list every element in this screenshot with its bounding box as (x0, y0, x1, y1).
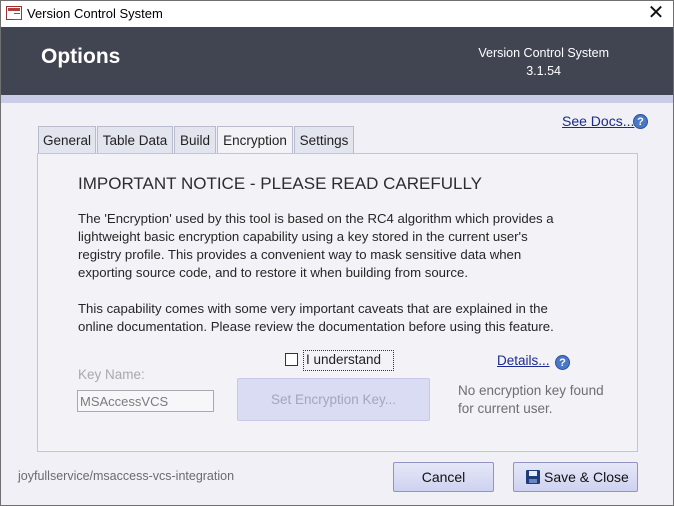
page-title: Options (41, 45, 121, 68)
notice-line: lightweight basic encryption capability … (78, 229, 528, 244)
notice-line: This capability comes with some very imp… (78, 301, 548, 316)
understand-label[interactable]: I understand (303, 350, 394, 371)
tab-encryption[interactable]: Encryption (217, 126, 293, 155)
tab-table-data[interactable]: Table Data (97, 126, 173, 154)
key-status-text: No encryption key found for current user… (458, 382, 604, 418)
notice-line: The 'Encryption' used by this tool is ba… (78, 211, 554, 226)
understand-checkbox[interactable] (285, 353, 298, 366)
header-divider (1, 95, 673, 103)
key-name-input[interactable] (77, 390, 214, 412)
details-link[interactable]: Details... (497, 353, 550, 368)
repo-link-text: joyfullservice/msaccess-vcs-integration (18, 469, 235, 483)
close-button[interactable]: ✕ (639, 1, 673, 27)
key-status-line: for current user. (458, 401, 553, 416)
save-close-button[interactable]: Save & Close (513, 462, 638, 492)
header-banner: Options Version Control System 3.1.54 (1, 27, 673, 95)
options-window: Version Control System ✕ Options Version… (0, 0, 674, 506)
title-bar: Version Control System ✕ (1, 1, 673, 27)
tab-build[interactable]: Build (174, 126, 216, 154)
key-status-line: No encryption key found (458, 383, 604, 398)
key-name-label: Key Name: (78, 367, 145, 382)
notice-heading: IMPORTANT NOTICE - PLEASE READ CAREFULLY (78, 174, 482, 193)
notice-paragraph-2: This capability comes with some very imp… (78, 300, 618, 336)
tab-general[interactable]: General (38, 126, 96, 154)
help-icon[interactable]: ? (633, 114, 648, 129)
notice-line: registry profile. This provides a conven… (78, 247, 522, 262)
access-app-icon (6, 6, 22, 20)
see-docs-link[interactable]: See Docs... (562, 113, 634, 129)
floppy-disk-icon (526, 470, 540, 484)
cancel-button[interactable]: Cancel (393, 462, 494, 492)
window-title: Version Control System (27, 6, 163, 21)
tab-settings[interactable]: Settings (294, 126, 354, 154)
notice-line: exporting source code, and to restore it… (78, 265, 468, 280)
header-version: 3.1.54 (526, 64, 561, 78)
notice-line: online documentation. Please review the … (78, 319, 554, 334)
save-close-label: Save & Close (544, 469, 629, 485)
header-app-name: Version Control System (478, 46, 609, 60)
help-icon[interactable]: ? (555, 355, 570, 370)
notice-paragraph-1: The 'Encryption' used by this tool is ba… (78, 210, 618, 282)
set-encryption-key-button[interactable]: Set Encryption Key... (237, 378, 430, 421)
